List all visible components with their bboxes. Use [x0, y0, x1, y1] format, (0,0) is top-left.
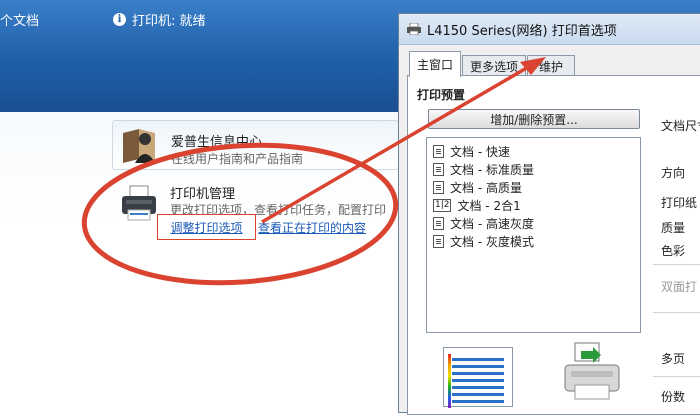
tab-strip: 主窗口 更多选项 维护: [399, 51, 700, 77]
preset-item[interactable]: 文档 - 快速: [427, 142, 640, 160]
card-title: 爱普生信息中心: [171, 135, 263, 150]
tab-more-options[interactable]: 更多选项: [462, 55, 526, 76]
orientation-label: 方向: [661, 166, 686, 180]
two-up-icon: 1|2: [433, 198, 452, 212]
document-icon: [433, 144, 444, 158]
document-icon: [433, 234, 444, 248]
info-icon: i: [113, 13, 126, 26]
preset-section-label: 打印预置: [417, 88, 466, 102]
view-printing-link[interactable]: 查看正在打印的内容: [258, 219, 366, 236]
color-label: 色彩: [661, 244, 686, 258]
printer-icon: [122, 185, 156, 221]
copies-label: 份数: [661, 390, 686, 404]
printer-preview-icon: [564, 342, 620, 400]
document-icon: [433, 162, 444, 176]
print-preferences-dialog: L4150 Series(网络) 打印首选项 主窗口 更多选项 维护 打印预置 …: [398, 13, 700, 415]
preset-label: 文档 - 标准质量: [450, 162, 534, 177]
document-preview-icon: [443, 347, 513, 408]
preset-list[interactable]: 文档 - 快速 文档 - 标准质量 文档 - 高质量 1|2 文档 - 2合1 …: [426, 137, 641, 333]
preset-label: 文档 - 快速: [450, 144, 510, 159]
adjust-print-options-link[interactable]: 调整打印选项: [157, 214, 256, 240]
card-description: 在线用户指南和产品指南: [171, 152, 304, 166]
epson-info-center-card[interactable]: 爱普生信息中心 在线用户指南和产品指南: [112, 120, 399, 170]
tab-main[interactable]: 主窗口: [409, 51, 461, 77]
multipage-label: 多页: [661, 352, 686, 366]
divider: [653, 312, 700, 313]
preset-item[interactable]: 文档 - 高速灰度: [427, 214, 640, 232]
printer-management-title: 打印机管理: [170, 187, 236, 202]
preset-label: 文档 - 高质量: [450, 180, 522, 195]
document-icon: [433, 216, 444, 230]
quality-label: 质量: [661, 221, 686, 235]
book-user-icon: [123, 129, 155, 163]
duplex-label: 双面打: [661, 280, 698, 294]
preset-item[interactable]: 文档 - 标准质量: [427, 160, 640, 178]
document-count: 个文档: [0, 14, 40, 29]
preset-label: 文档 - 2合1: [457, 198, 521, 213]
preset-item[interactable]: 文档 - 灰度模式: [427, 232, 640, 250]
dialog-titlebar[interactable]: L4150 Series(网络) 打印首选项: [399, 14, 700, 45]
printer-status-text: 打印机: 就绪: [132, 14, 206, 29]
divider: [653, 264, 700, 265]
paper-label: 打印纸: [661, 196, 698, 210]
preset-item[interactable]: 文档 - 高质量: [427, 178, 640, 196]
dialog-title: L4150 Series(网络) 打印首选项: [427, 23, 617, 39]
printer-icon: [407, 23, 421, 35]
tab-maintenance[interactable]: 维护: [527, 55, 575, 76]
preset-label: 文档 - 灰度模式: [450, 234, 534, 249]
doc-size-label: 文档尺寸: [661, 119, 700, 133]
divider: [653, 376, 700, 377]
preset-item[interactable]: 1|2 文档 - 2合1: [427, 196, 640, 214]
printer-status: i 打印机: 就绪: [113, 10, 206, 29]
add-remove-preset-button[interactable]: 增加/删除预置...: [428, 109, 640, 129]
preset-label: 文档 - 高速灰度: [450, 216, 534, 231]
document-icon: [433, 180, 444, 194]
